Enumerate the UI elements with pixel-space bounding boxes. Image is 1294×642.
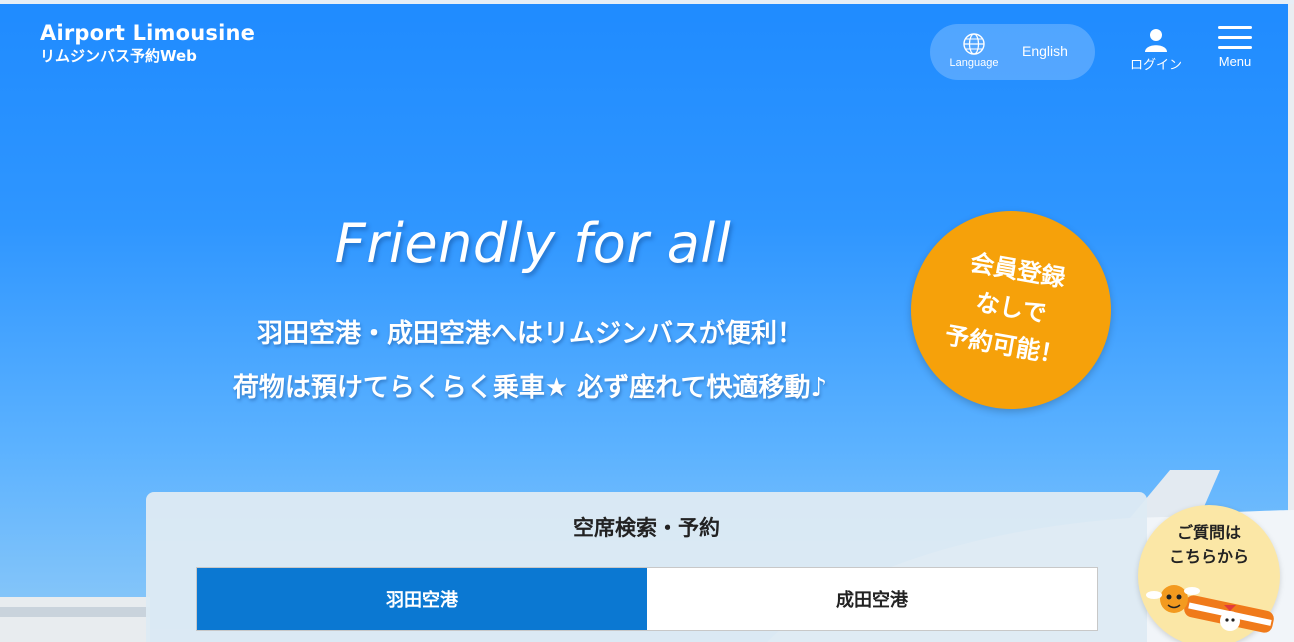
globe-icon [963, 33, 985, 55]
tab-haneda[interactable]: 羽田空港 [197, 568, 647, 630]
mascot-icon [1146, 585, 1274, 633]
panel-title: 空席検索・予約 [573, 516, 720, 540]
top-border [0, 0, 1294, 4]
page: Airport Limousine リムジンバス予約Web Language E… [0, 0, 1294, 642]
help-text: ご質問は こちらから [1138, 521, 1280, 569]
seat-search-panel: 空席検索・予約 羽田空港 成田空港 [146, 492, 1147, 642]
tab-narita[interactable]: 成田空港 [647, 568, 1097, 630]
hero-line-1: 羽田空港・成田空港へはリムジンバスが便利！ [256, 319, 803, 349]
hamburger-icon [1218, 26, 1252, 49]
login-button[interactable]: ログイン [1126, 28, 1186, 73]
language-switcher[interactable]: Language English [930, 24, 1095, 80]
hero-tagline: Friendly for all [334, 212, 732, 275]
language-label: Language [949, 57, 999, 69]
logo-subtitle: リムジンバス予約Web [40, 47, 197, 65]
menu-label: Menu [1218, 54, 1252, 69]
help-line-1: ご質問は [1176, 523, 1241, 542]
help-chat-button[interactable]: ご質問は こちらから [1138, 505, 1280, 642]
no-registration-badge: 会員登録 なしで 予約可能！ [911, 211, 1111, 409]
language-value: English [1022, 43, 1068, 59]
site-logo[interactable]: Airport Limousine リムジンバス予約Web [40, 20, 255, 66]
hero-line-2: 荷物は預けてらくらく乗車★ 必ず座れて快適移動♪ [232, 373, 828, 403]
logo-title: Airport Limousine [40, 21, 256, 45]
menu-button[interactable]: Menu [1212, 26, 1258, 69]
badge-text: 会員登録 なしで 予約可能！ [903, 235, 1120, 382]
login-label: ログイン [1129, 58, 1182, 73]
airport-tabs: 羽田空港 成田空港 [196, 567, 1098, 631]
bus-illustration [0, 597, 150, 642]
user-icon [1145, 29, 1167, 52]
